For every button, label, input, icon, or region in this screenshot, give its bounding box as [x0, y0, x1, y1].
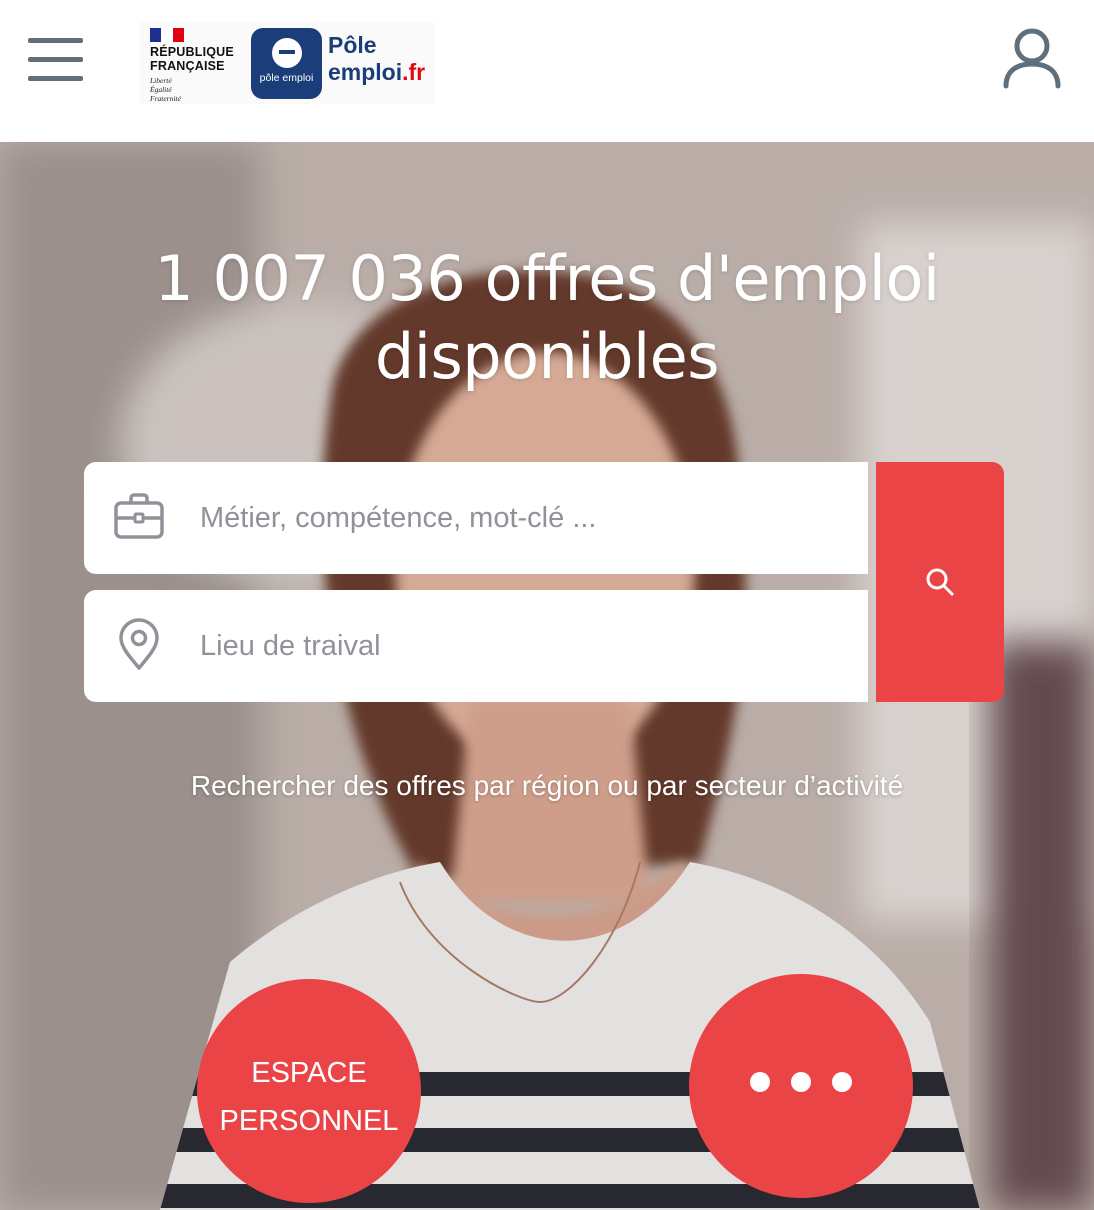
search-by-region-link[interactable]: Rechercher des offres par région ou par …	[0, 770, 1094, 802]
hero-section: 1 007 036 offres d'emploi disponibles Mé…	[0, 142, 1094, 1210]
pole-emploi-square-label: pôle emploi	[259, 72, 314, 84]
page-title: 1 007 036 offres d'emploi disponibles	[154, 242, 940, 393]
location-pin-icon	[112, 618, 166, 672]
location-search-input[interactable]	[200, 590, 840, 702]
location-search-field[interactable]	[84, 590, 868, 702]
site-logo[interactable]: RÉPUBLIQUE FRANÇAISE Liberté Égalité Fra…	[140, 22, 435, 104]
republique-francaise-logo: RÉPUBLIQUE FRANÇAISE Liberté Égalité Fra…	[150, 28, 234, 103]
pole-emploi-square-logo: pôle emploi	[251, 28, 322, 99]
job-search-field[interactable]	[84, 462, 868, 574]
republique-francaise-text: RÉPUBLIQUE FRANÇAISE	[150, 45, 234, 73]
more-options-button[interactable]	[689, 974, 913, 1198]
espace-personnel-label: ESPACE PERSONNEL	[219, 1057, 399, 1137]
search-button[interactable]	[876, 462, 1004, 702]
devise-text: Liberté Égalité Fraternité	[150, 76, 181, 103]
espace-personnel-button[interactable]: ESPACE PERSONNEL	[197, 979, 421, 1203]
user-account-icon[interactable]	[998, 24, 1066, 92]
job-search-input[interactable]	[200, 462, 840, 574]
pole-emploi-e-icon	[272, 38, 302, 68]
search-icon	[926, 568, 954, 596]
briefcase-icon	[112, 490, 166, 544]
more-dots-icon	[750, 1072, 852, 1092]
hamburger-menu-icon[interactable]	[28, 38, 84, 82]
french-flag-icon	[150, 28, 184, 42]
site-header: RÉPUBLIQUE FRANÇAISE Liberté Égalité Fra…	[0, 0, 1094, 142]
pole-emploi-wordmark: Pôle emploi.fr	[328, 32, 426, 85]
